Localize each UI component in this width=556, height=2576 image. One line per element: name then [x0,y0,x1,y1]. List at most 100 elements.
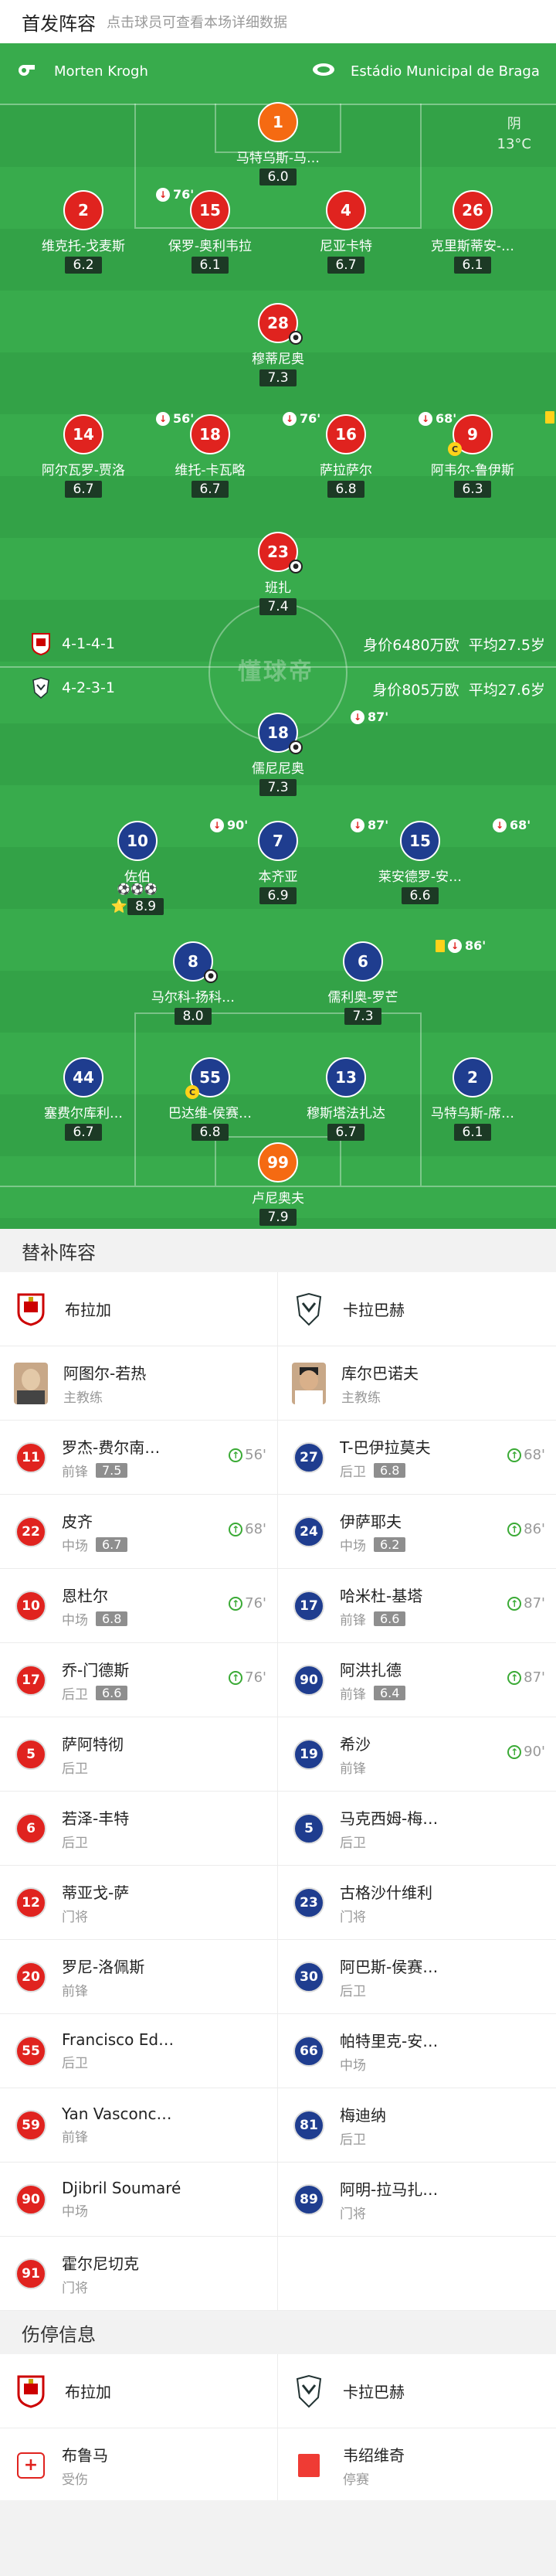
away-coach-row[interactable]: 库尔巴诺夫 主教练 [278,1346,556,1420]
injury-away-team[interactable]: 卡拉巴赫 [278,2354,556,2428]
away-player[interactable]: 55 C 巴达维-侯赛… 6.8 [141,1057,280,1141]
home-player[interactable]: 28 ● 穆蒂尼奥 7.3 [208,303,348,386]
player-rating: 6.7 [65,481,102,498]
sub-number-badge: 27 [293,1441,324,1473]
player-rating: 8.9 [127,898,164,915]
sub-player-position: 前锋 [62,2130,88,2146]
away-player[interactable]: 8 ● 马尔科-扬科… 8.0 [124,941,263,1025]
sub-player-name: 蒂亚戈-萨 [62,1883,130,1902]
player-rating: 6.3 [454,481,491,498]
sub-player-row[interactable]: 6 若泽-丰特 后卫 [0,1792,278,1865]
suspended-player-name: 韦绍维奇 [343,2445,405,2465]
away-player[interactable]: 99 卢尼奥夫 7.9 [208,1142,348,1226]
player-name: 儒利奥-罗芒 [327,990,398,1006]
sub-number-badge: 90 [293,1664,324,1696]
sub-player-row[interactable]: 11 罗杰-费尔南… 前锋 7.5 ↑ 56' [0,1421,278,1494]
home-coach-name: Morten Krogh [54,63,148,80]
sub-player-name: 皮齐 [62,1512,93,1531]
away-player[interactable]: 6 ↓ 86' 儒利奥-罗芒 7.3 [293,938,486,1025]
sub-player-row[interactable]: 5 萨阿特彻 后卫 [0,1717,278,1791]
player-number-badge: 8 ● [173,941,218,983]
yellow-card-icon [545,411,554,424]
sub-number-badge: 12 [15,1887,46,1918]
injury-status: 受伤 [62,2472,88,2488]
home-player[interactable]: 15 保罗-奥利韦拉 6.1 [141,190,280,274]
injury-home-team[interactable]: 布拉加 [0,2354,278,2428]
home-player[interactable]: 1 马特乌斯-马… 6.0 [208,102,348,185]
sub-number-badge: 59 [15,2109,46,2141]
home-player[interactable]: 9 C 阿韦尔-鲁伊斯 6.3 [403,411,554,498]
away-player[interactable]: 2 马特乌斯-席… 6.1 [403,1057,542,1141]
sub-on-time: ↑ 90' [507,1744,545,1760]
sub-player-row[interactable]: 17 乔-门德斯 后卫 6.6 ↑ 76' [0,1643,278,1717]
sub-number-badge: 90 [15,2183,46,2215]
sub-player-row[interactable]: 81 梅迪纳 后卫 [278,2088,556,2162]
away-team-header[interactable]: 卡拉巴赫 [278,1272,556,1346]
player-events [545,411,556,424]
player-name: 儒尼尼奥 [252,761,304,777]
home-player[interactable]: 4 尼亚卡特 6.7 [276,190,415,274]
away-player[interactable]: 13 穆斯塔法扎达 6.7 [276,1057,415,1141]
sub-number-badge: 17 [293,1590,324,1621]
sub-player-row[interactable]: 12 蒂亚戈-萨 门将 [0,1866,278,1939]
player-number-badge: 9C [448,411,554,456]
sub-player-row[interactable]: 55 Francisco Ed… 后卫 [0,2014,278,2088]
sub-on-time: ↑ 87' [507,1595,545,1611]
injury-away-player[interactable]: 韦绍维奇 停赛 [278,2428,556,2502]
player-name: 尼亚卡特 [320,239,372,254]
sub-player-row[interactable]: 59 Yan Vasconc… 前锋 [0,2088,278,2162]
sub-player-row[interactable]: 10 恩杜尔 中场 6.8 ↑ 76' [0,1569,278,1642]
home-team-name: 布拉加 [65,1301,111,1319]
injury-home-player[interactable]: + 布鲁马 受伤 [0,2428,278,2502]
player-name: 阿韦尔-鲁伊斯 [430,463,515,478]
sub-player-position: 门将 [340,1909,366,1925]
sub-player-rating: 6.6 [374,1611,406,1626]
player-number-badge: 44 [63,1057,103,1097]
sub-player-row[interactable]: 20 罗尼-洛佩斯 前锋 [0,1940,278,2013]
home-player[interactable]: 23 ● 班扎 7.4 [208,532,348,615]
home-player[interactable]: 18 ↓ 76' 维托-卡瓦略 6.7 [141,411,320,498]
player-number-badge: 10 ↓ 90' [117,818,248,861]
sub-off-icon: ↓ [493,818,507,832]
home-player[interactable]: 2 ↓ 76' 维克托-戈麦斯 6.2 [14,187,194,274]
player-name: 阿尔瓦罗-贾洛 [41,463,126,478]
sub-player-row[interactable]: 23 古格沙什维利 门将 [278,1866,556,1939]
injury-icon: + [17,2452,45,2479]
player-number-badge: 7 ↓ 87' [258,818,388,861]
player-number-badge: 28 ● [258,303,303,345]
sub-player-row[interactable]: 17 哈米杜-基塔 前锋 6.6 ↑ 87' [278,1569,556,1642]
sub-player-position: 中场 [62,1612,88,1628]
away-player[interactable]: 15 ↓ 68' 莱安德罗-安… 6.6 [351,818,531,904]
home-formation: 4-1-4-1 [31,632,115,655]
sub-player-row[interactable]: 91 霍尔尼切克 门将 [0,2237,278,2310]
sub-player-row[interactable]: 66 帕特里克-安… 中场 [278,2014,556,2088]
sub-player-row[interactable]: 27 T-巴伊拉莫夫 后卫 6.8 ↑ 68' [278,1421,556,1494]
yellow-card-icon [436,939,445,952]
away-player[interactable]: 7 ↓ 87' 本齐亚 6.9 [208,818,388,904]
away-player[interactable]: 18 ● ↓ 87' 儒尼尼奥 7.3 [208,710,388,796]
player-events: ↓ 87' [351,710,388,724]
home-player[interactable]: 26 克里斯蒂安-… 6.1 [403,190,542,274]
home-player[interactable]: 16 ↓ 68' 萨拉萨尔 6.8 [276,411,456,498]
away-player[interactable]: 44 塞费尔库利… 6.7 [14,1057,153,1141]
home-player[interactable]: 14 ↓ 56' 阿尔瓦罗-贾洛 6.7 [14,411,194,498]
coach-avatar [292,1362,326,1404]
sub-player-row[interactable]: 19 希沙 前锋 ↑ 90' [278,1717,556,1791]
lineup-header: 首发阵容 点击球员可查看本场详细数据 [0,0,556,43]
sub-player-name: Francisco Ed… [62,2030,175,2049]
sub-number-badge: 24 [293,1516,324,1547]
sub-player-row[interactable]: 5 马克西姆-梅… 后卫 [278,1792,556,1865]
sub-player-row[interactable]: 24 伊萨耶夫 中场 6.2 ↑ 86' [278,1495,556,1568]
sub-player-name: 罗尼-洛佩斯 [62,1957,145,1976]
home-coach-row[interactable]: 阿图尔-若热 主教练 [0,1346,278,1420]
sub-player-row[interactable]: 90 Djibril Soumaré 中场 [0,2163,278,2236]
sub-player-row[interactable]: 22 皮齐 中场 6.7 ↑ 68' [0,1495,278,1568]
sub-player-row[interactable]: 90 阿洪扎德 前锋 6.4 ↑ 87' [278,1643,556,1717]
stadium-icon [313,63,334,76]
sub-player-row[interactable]: 89 阿明-拉马扎… 门将 [278,2163,556,2236]
sub-off-icon: ↓ [351,710,364,724]
sub-player-row[interactable]: 30 阿巴斯-侯赛… 后卫 [278,1940,556,2013]
away-player[interactable]: 10 ↓ 90' 佐伯 ⚽⚽⚽ ⭐ 8.9 [68,818,248,915]
pitch: Morten Krogh Estádio Municipal de Braga … [0,43,556,1229]
home-team-header[interactable]: 布拉加 [0,1272,278,1346]
